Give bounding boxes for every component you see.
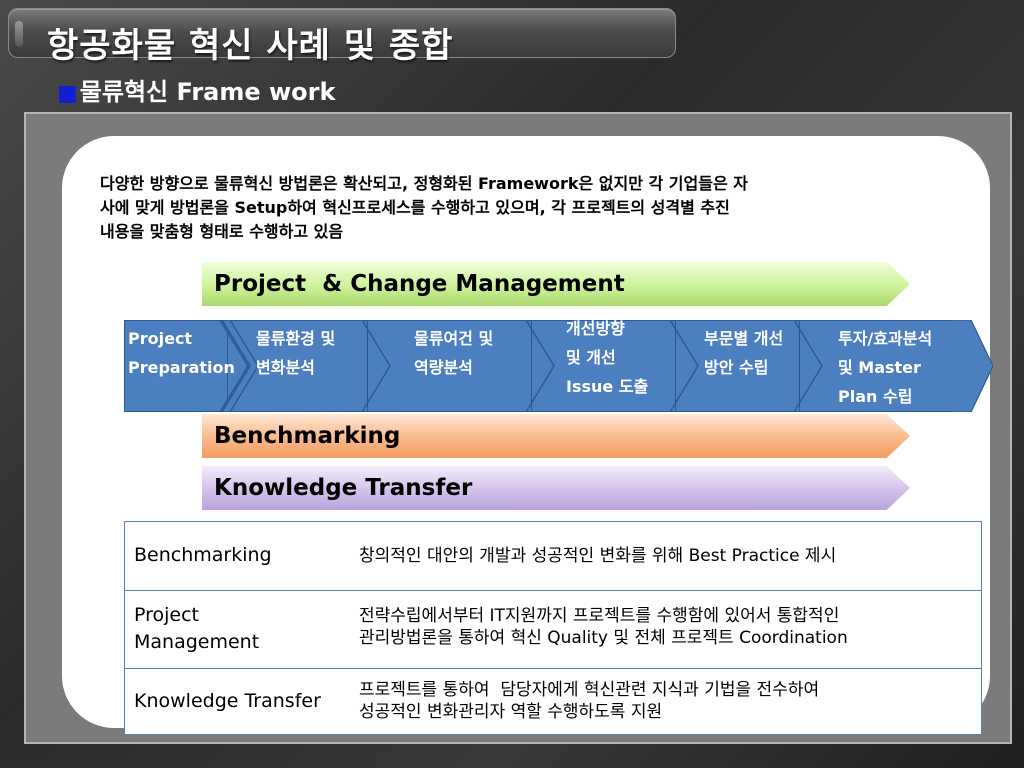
row-1-term: Benchmarking [134, 544, 272, 566]
row-2-term-line-1: Project [134, 604, 200, 626]
step-6-line-2: 및 Master [838, 358, 921, 377]
row-1-desc: 창의적인 대안의 개발과 성공적인 변화를 위해 Best Practice 제… [359, 546, 837, 566]
step-5-label: 부문별 개선 방안 수립 [704, 324, 783, 382]
chevron-separator-3 [525, 320, 555, 412]
step-1-line-2: Preparation [128, 358, 235, 377]
step-4-line-2: 및 개선 [566, 348, 616, 367]
intro-line-2: 사에 맞게 방법론을 Setup하여 혁신프로세스를 수행하고 있으며, 각 프… [100, 198, 730, 217]
description-table: Benchmarking 창의적인 대안의 개발과 성공적인 변화를 위해 Be… [124, 521, 982, 735]
step-5-line-2: 방안 수립 [704, 358, 769, 377]
step-6-line-3: Plan 수립 [838, 387, 913, 406]
step-6-label: 투자/효과분석 및 Master Plan 수립 [838, 324, 932, 411]
process-end-arrow [953, 320, 993, 412]
slide-title: 항공화물 혁신 사례 및 종합 [47, 26, 454, 66]
intro-paragraph: 다양한 방향으로 물류혁신 방법론은 확산되고, 정형화된 Framework은… [100, 172, 942, 244]
content-panel: 다양한 방향으로 물류혁신 방법론은 확산되고, 정형화된 Framework은… [24, 112, 1012, 744]
row-2-desc-line-1: 전략수립에서부터 IT지원까지 프로젝트를 수행함에 있어서 통합적인 [359, 606, 840, 626]
step-5-line-1: 부문별 개선 [704, 329, 784, 348]
benchmarking-label: Benchmarking [214, 423, 401, 449]
step-1-label: Project Preparation [128, 324, 235, 382]
table-row: Knowledge Transfer 프로젝트를 통하여 담당자에게 혁신관련 … [125, 668, 981, 734]
row-3-term: Knowledge Transfer [134, 690, 321, 712]
step-3-line-2: 역량분석 [414, 358, 473, 377]
step-2-line-2: 변화분석 [256, 358, 315, 377]
step-3-line-1: 물류여건 및 [414, 329, 494, 348]
subtitle-text: 물류혁신 Frame work [79, 78, 336, 106]
step-2-line-1: 물류환경 및 [256, 329, 336, 348]
row-2-term-line-2: Management [134, 631, 260, 653]
chevron-separator-2 [361, 320, 391, 412]
row-3-desc-line-1: 프로젝트를 통하여 담당자에게 혁신관련 지식과 기법을 전수하여 [359, 680, 820, 700]
knowledge-transfer-label: Knowledge Transfer [214, 475, 473, 501]
row-term: Knowledge Transfer [134, 688, 344, 715]
benchmarking-arrow-bar: Benchmarking [202, 414, 910, 458]
slide-subtitle: ■물류혁신 Frame work [57, 72, 335, 107]
step-1-line-1: Project [128, 329, 193, 348]
pcm-arrow-bar: Project & Change Management [202, 262, 910, 306]
content-card: 다양한 방향으로 물류혁신 방법론은 확산되고, 정형화된 Framework은… [62, 136, 993, 735]
step-4-line-3: Issue 도출 [566, 377, 649, 396]
step-4-label: 개선방향 및 개선 Issue 도출 [566, 314, 648, 401]
chevron-separator-5 [793, 320, 823, 412]
table-row: Project Management 전략수립에서부터 IT지원까지 프로젝트를… [125, 590, 981, 668]
bullet-square-icon: ■ [57, 81, 78, 106]
step-4-line-1: 개선방향 [566, 319, 625, 338]
title-accent [15, 21, 23, 47]
chevron-separator-4 [669, 320, 699, 412]
row-desc: 프로젝트를 통하여 담당자에게 혁신관련 지식과 기법을 전수하여 성공적인 변… [359, 679, 971, 723]
intro-line-1: 다양한 방향으로 물류혁신 방법론은 확산되고, 정형화된 Framework은… [100, 174, 748, 193]
row-desc: 창의적인 대안의 개발과 성공적인 변화를 위해 Best Practice 제… [359, 545, 971, 567]
row-desc: 전략수립에서부터 IT지원까지 프로젝트를 수행함에 있어서 통합적인 관리방법… [359, 605, 971, 649]
knowledge-transfer-arrow-bar: Knowledge Transfer [202, 466, 910, 510]
row-2-desc-line-2: 관리방법론을 통하여 혁신 Quality 및 전체 프로젝트 Coordina… [359, 628, 848, 648]
row-3-desc-line-2: 성공적인 변화관리자 역할 수행하도록 지원 [359, 702, 663, 722]
step-2-label: 물류환경 및 변화분석 [256, 324, 335, 382]
intro-line-3: 내용을 맞춤형 형태로 수행하고 있음 [100, 222, 344, 241]
title-bar: 항공화물 혁신 사례 및 종합 [8, 8, 676, 66]
row-term: Project Management [134, 602, 344, 656]
process-flow: Project Preparation 물류환경 및 변화분석 물류여건 및 역… [124, 319, 994, 412]
row-term: Benchmarking [134, 542, 344, 569]
step-6-line-1: 투자/효과분석 [838, 329, 933, 348]
step-3-label: 물류여건 및 역량분석 [414, 324, 493, 382]
table-row: Benchmarking 창의적인 대안의 개발과 성공적인 변화를 위해 Be… [125, 522, 981, 590]
pcm-label: Project & Change Management [214, 271, 625, 297]
